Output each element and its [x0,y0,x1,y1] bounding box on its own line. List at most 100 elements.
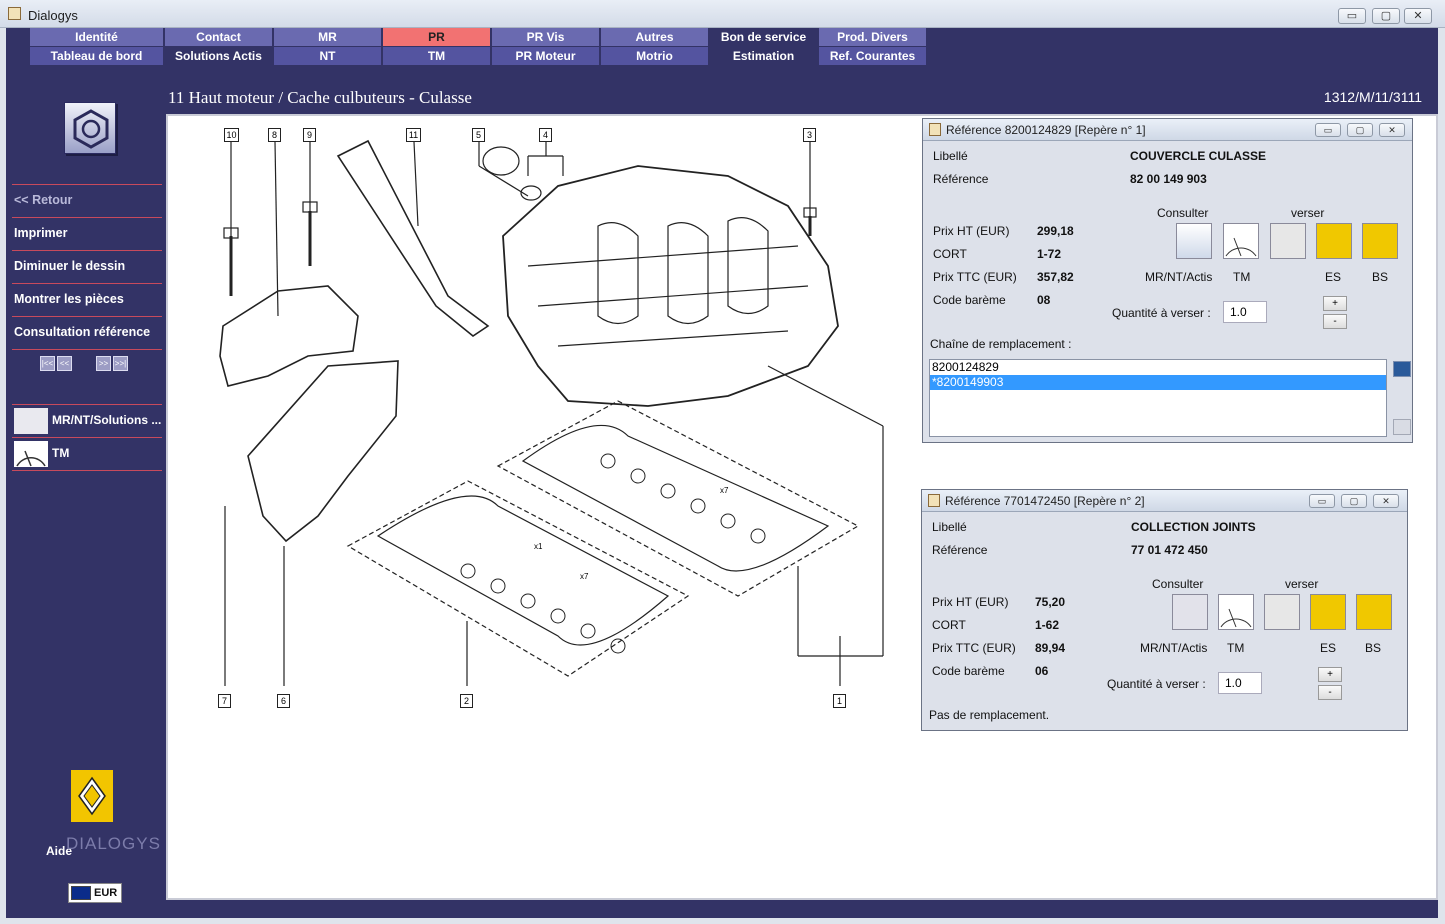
code-bareme-label: Code barème [933,293,1006,307]
callout-label[interactable]: 3 [803,128,816,142]
callout-label[interactable]: 6 [277,694,290,708]
next-page-button[interactable]: >> [96,356,111,371]
nav-solutions-actis[interactable]: Solutions Actis [165,47,273,65]
panel-2-close-button[interactable]: ✕ [1373,494,1399,508]
cort-label: CORT [933,247,967,261]
decrement-button[interactable]: - [1323,314,1347,329]
nav-mr[interactable]: MR [274,28,382,46]
first-page-button[interactable]: |<< [40,356,55,371]
disabled-engine-icon [1270,223,1306,259]
callout-label[interactable]: 4 [539,128,552,142]
callout-label[interactable]: 10 [224,128,239,142]
consulter-label: Consulter [1157,206,1209,220]
show-parts-button[interactable]: Montrer les pièces [12,283,162,315]
libelle-value: COLLECTION JOINTS [1131,520,1256,534]
scroll-down-arrow-icon[interactable] [1393,419,1411,435]
window-titlebar: Dialogys ▭ ▢ ✕ [0,0,1445,28]
increment-button[interactable]: + [1323,296,1347,311]
panel-1-close-button[interactable]: ✕ [1379,123,1405,137]
nav-tm[interactable]: TM [383,47,491,65]
quantity-input[interactable]: 1.0 [1218,672,1262,694]
nav-pr[interactable]: PR [383,28,491,46]
code-bareme-value: 08 [1037,293,1051,307]
callout-label[interactable]: 5 [472,128,485,142]
panel-1-maximize-button[interactable]: ▢ [1347,123,1373,137]
mr-nt-actis-icon[interactable] [1172,594,1208,630]
verser-label: verser [1285,577,1319,591]
reference-lookup-button[interactable]: Consultation référence [12,316,162,348]
callout-label[interactable]: 2 [460,694,473,708]
print-button[interactable]: Imprimer [12,217,162,249]
nav-autres[interactable]: Autres [601,28,709,46]
quantity-annotation: x7 [720,486,729,495]
nav-prod-divers[interactable]: Prod. Divers [819,28,927,46]
nav-contact[interactable]: Contact [165,28,273,46]
prix-ttc-label: Prix TTC (EUR) [932,641,1016,655]
quantity-input[interactable]: 1.0 [1223,301,1267,323]
close-button[interactable]: ✕ [1404,8,1432,24]
nav-bon-de-service[interactable]: Bon de service [710,28,818,46]
shrink-drawing-button[interactable]: Diminuer le dessin [12,250,162,282]
panel-1-title: Référence 8200124829 [Repère n° 1] [946,123,1146,137]
list-item[interactable]: 8200124829 [930,360,1386,375]
cort-value: 1-62 [1035,618,1060,632]
callout-label[interactable]: 1 [833,694,846,708]
quantity-annotation: x7 [580,572,589,581]
tm-gauge-icon[interactable] [1218,594,1254,630]
reference-value: 77 01 472 450 [1131,543,1208,557]
es-icon[interactable] [1316,223,1352,259]
prix-ttc-value: 89,94 [1035,641,1066,655]
nav-estimation[interactable]: Estimation [710,47,818,65]
prix-ht-value: 75,20 [1035,595,1066,609]
minimize-button[interactable]: ▭ [1338,8,1366,24]
prix-ttc-label: Prix TTC (EUR) [933,270,1017,284]
quantity-label: Quantité à verser : [1112,306,1211,320]
increment-button[interactable]: + [1318,667,1342,682]
prev-page-button[interactable]: << [57,356,72,371]
java-app-icon [8,7,21,20]
scroll-up-arrow-icon[interactable] [1393,361,1411,377]
callout-label[interactable]: 7 [218,694,231,708]
callout-label[interactable]: 11 [406,128,421,142]
tm-gauge-icon[interactable] [1223,223,1259,259]
mr-nt-solutions-button[interactable]: MR/NT/Solutions ... [12,404,162,436]
decrement-button[interactable]: - [1318,685,1342,700]
replacement-chain-label: Chaîne de remplacement : [930,337,1072,351]
callout-label[interactable]: 9 [303,128,316,142]
currency-button[interactable]: EUR [68,883,122,903]
verser-label: verser [1291,206,1325,220]
quantity-annotation: x1 [534,542,543,551]
nav-nt[interactable]: NT [274,47,382,65]
prix-ttc-value: 357,82 [1037,270,1074,284]
maximize-button[interactable]: ▢ [1372,8,1400,24]
quantity-label: Quantité à verser : [1107,677,1206,691]
consulter-label: Consulter [1152,577,1204,591]
callout-label[interactable]: 8 [268,128,281,142]
disabled-engine-icon [1264,594,1300,630]
cort-value: 1-72 [1037,247,1062,261]
bs-icon[interactable] [1362,223,1398,259]
last-page-button[interactable]: >>| [113,356,128,371]
es-icon[interactable] [1310,594,1346,630]
mr-thumbnail-icon [14,408,48,434]
tm-label: TM [1233,270,1251,284]
panel-2-maximize-button[interactable]: ▢ [1341,494,1367,508]
list-item-selected[interactable]: *8200149903 [930,375,1386,390]
bs-icon[interactable] [1356,594,1392,630]
nav-motrio[interactable]: Motrio [601,47,709,65]
nav-pr-moteur[interactable]: PR Moteur [492,47,600,65]
nav-ref-courantes[interactable]: Ref. Courantes [819,47,927,65]
back-link[interactable]: << Retour [12,184,162,216]
replacement-chain-list[interactable]: 8200124829 *8200149903 [929,359,1387,437]
panel-1-minimize-button[interactable]: ▭ [1315,123,1341,137]
app-area: Identité Contact MR PR PR Vis Autres Bon… [6,28,1438,918]
code-bareme-value: 06 [1035,664,1049,678]
code-bareme-label: Code barème [932,664,1005,678]
nav-pr-vis[interactable]: PR Vis [492,28,600,46]
mr-nt-actis-icon[interactable] [1176,223,1212,259]
divider [12,470,162,471]
dialogys-brand: DIALOGYS [66,834,161,853]
tm-button[interactable]: TM [12,437,162,469]
panel-2-minimize-button[interactable]: ▭ [1309,494,1335,508]
java-app-icon [929,123,941,136]
